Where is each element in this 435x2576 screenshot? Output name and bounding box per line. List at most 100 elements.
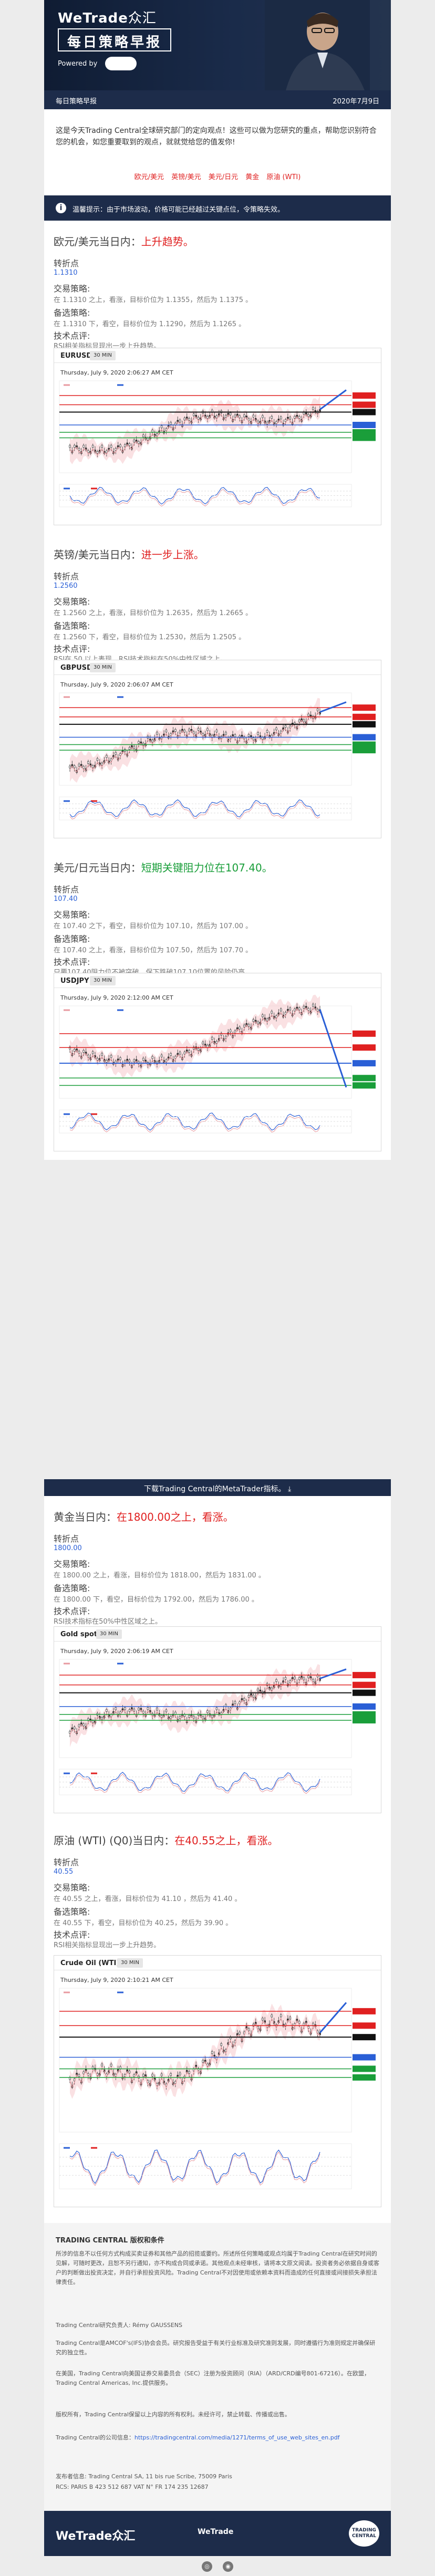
footer-paragraph-6: Trading Central的公司信息：https://tradingcent… <box>56 2434 340 2441</box>
date-bar-date: 2020年7月9日 <box>333 98 379 106</box>
chart-box: Gold spot 30 MIN Thursday, July 9, 2020 2:… <box>54 1626 381 1813</box>
chart-symbol: GBPUSD <box>60 664 92 672</box>
alt-label: 备选策略: <box>54 1907 90 1917</box>
tech-text: RSI技术指标在50%中性区域之上。 <box>54 1618 162 1626</box>
headline: 进一步上涨。 <box>141 548 204 561</box>
pivot-label: 转折点 <box>54 572 79 581</box>
trade-label: 交易策略: <box>54 910 90 920</box>
alt-label: 备选策略: <box>54 1583 90 1593</box>
headline: 短期关键阻力位在107.40。 <box>141 861 273 874</box>
chart-titlebar: EURUSD 30 MIN <box>54 348 381 363</box>
alt-text: 在 1.1310 下，看空，目标价位为 1.1290，然后为 1.1265 。 <box>54 320 246 328</box>
bottom-brand-logo: WeTrade众汇 <box>56 2530 136 2543</box>
pivot-label: 转折点 <box>54 258 79 268</box>
chart-date: Thursday, July 9, 2020 2:12:00 AM CET <box>60 994 173 1001</box>
section-4: 原油 (WTI) (Q0)当日内：在40.55之上，看涨。转折点 40.55 交易策… <box>44 1820 391 2223</box>
download-icon: ⤓ <box>287 1485 292 1493</box>
section-0: 欧元/美元当日内：上升趋势。 转折点 1.1310 交易策略: 在 1.1310 之上，… <box>44 221 391 534</box>
footer-paragraph-4: 在美国，Trading Central向美国证券交易委员会（SEC）注册为投资顾… <box>56 2370 370 2386</box>
date-bar-title: 每日策略早报 <box>56 98 97 106</box>
trade-text: 在 40.55 之上，看涨，目标价位为 41.10 ，然后为 41.40 。 <box>54 1895 242 1903</box>
pivot-value: 1.2560 <box>54 582 78 590</box>
notice-text: 温馨提示：由于市场波动，价格可能已经越过关键点位，令策略失效。 <box>72 206 285 214</box>
wechat-icon[interactable]: ◎ <box>202 2561 212 2572</box>
footer-paragraph-8: RCS: PARIS B 423 512 687 VAT N° FR 174 2… <box>56 2484 209 2490</box>
chart-timeframe-badge: 30 MIN <box>90 351 116 360</box>
notice-bar: i 温馨提示：由于市场波动，价格可能已经越过关键点位，令策略失效。 <box>44 195 391 221</box>
chart-titlebar: GBPUSD 30 MIN <box>54 660 381 675</box>
footer-paragraph-1: 所涉的信息不以任何方式构成买卖证券和其他产品的招揽或要约。所述所任何策略或观点均… <box>56 2250 379 2286</box>
price-chart <box>59 1659 376 1795</box>
tech-text: RSI相关指标显现出一步上升趋势。 <box>54 1941 161 1949</box>
header-banner: WeTrade众汇 每日策略早报 Powered by <box>44 0 391 90</box>
chart-timeframe-badge: 30 MIN <box>90 976 116 985</box>
pivot-value: 1.1310 <box>54 269 78 277</box>
quick-links: 欧元/美元 英镑/美元 美元/日元 黄金 原油 (WTI) <box>44 171 391 181</box>
price-chart <box>59 1988 376 2189</box>
terms-link[interactable]: https://tradingcentral.com/media/1271/te… <box>134 2434 340 2441</box>
trade-text: 在 1.1310 之上，看涨，目标价位为 1.1355，然后为 1.1375 。 <box>54 296 253 304</box>
section-heading: 原油 (WTI) (Q0)当日内：在40.55之上，看涨。 <box>54 1832 278 1847</box>
timeframe-label: 当日内： <box>75 1511 117 1523</box>
chart-titlebar: USDJPY 30 MIN <box>54 973 381 988</box>
quick-link-gbpusd[interactable]: 英镑/美元 <box>171 173 201 181</box>
footer-paragraph-2: Trading Central研究负责人: Rémy GAUSSENS <box>56 2322 182 2329</box>
chart-titlebar: Gold spot 30 MIN <box>54 1627 381 1642</box>
bottom-mid-logo: WeTrade <box>198 2528 234 2536</box>
download-bar[interactable]: 下载Trading Central的MetaTrader指标。 ⤓ <box>44 1479 391 1496</box>
intro-text: 这是今天Trading Central全球研究部门的定向观点！这些可以做为您研究… <box>56 127 377 147</box>
pair-name: 原油 (WTI) (Q0) <box>54 1834 133 1847</box>
tech-label: 技术点评: <box>54 1606 90 1616</box>
quick-link-eurusd[interactable]: 欧元/美元 <box>134 173 164 181</box>
pivot-value: 40.55 <box>54 1868 74 1876</box>
pivot-label: 转折点 <box>54 1534 79 1544</box>
weibo-icon[interactable]: ◉ <box>223 2561 233 2572</box>
pivot-label: 转折点 <box>54 1857 79 1867</box>
quick-link-wti[interactable]: 原油 (WTI) <box>266 173 301 181</box>
chart-date: Thursday, July 9, 2020 2:06:27 AM CET <box>60 369 173 376</box>
chart-date: Thursday, July 9, 2020 2:06:19 AM CET <box>60 1648 173 1655</box>
timeframe-label: 当日内： <box>132 1834 175 1847</box>
chart-date: Thursday, July 9, 2020 2:06:07 AM CET <box>60 681 173 688</box>
section-1: 英镑/美元当日内：进一步上涨。 转折点 1.2560 交易策略: 在 1.2560 之上… <box>44 534 391 847</box>
download-text[interactable]: 下载Trading Central的MetaTrader指标。 <box>144 1485 286 1493</box>
share-bar: ◎ ◉ <box>44 2556 391 2576</box>
trading-central-bottom-logo: TRADING CENTRAL <box>349 2520 379 2547</box>
trade-label: 交易策略: <box>54 1883 90 1893</box>
quick-link-usdjpy[interactable]: 美元/日元 <box>209 173 238 181</box>
alt-text: 在 1.2560 下，看空，目标价位为 1.2530，然后为 1.2505 。 <box>54 633 246 641</box>
bottom-bar: WeTrade众汇 WeTrade TRADING CENTRAL <box>44 2511 391 2556</box>
footer-paragraph-7: 发布者信息: Trading Central SA, 11 bis rue Sc… <box>56 2473 232 2480</box>
chart-timeframe-badge: 30 MIN <box>96 1629 122 1639</box>
alt-label: 备选策略: <box>54 934 90 944</box>
trade-text: 在 1800.00 之上，看涨，目标价位为 1818.00，然后为 1831.0… <box>54 1572 265 1580</box>
chart-box: GBPUSD 30 MIN Thursday, July 9, 2020 2:06:… <box>54 660 381 838</box>
section-2: 美元/日元当日内：短期关键阻力位在107.40。 转折点 107.40 交易策略: 在 … <box>44 847 391 1160</box>
section-3: 黄金当日内：在1800.00之上，看涨。 转折点 1800.00 交易策略: 在 180… <box>44 1496 391 1820</box>
pair-name: 黄金 <box>54 1511 75 1523</box>
trade-text: 在 107.40 之下，看空，目标价位为 107.10，然后为 107.00 。 <box>54 922 253 930</box>
section-heading: 英镑/美元当日内：进一步上涨。 <box>54 546 204 562</box>
tech-label: 技术点评: <box>54 957 90 967</box>
chart-symbol: Crude Oil (WTI) <box>60 1959 120 1967</box>
chart-box: USDJPY 30 MIN Thursday, July 9, 2020 2:12:… <box>54 973 381 1151</box>
timeframe-label: 当日内： <box>99 548 141 561</box>
date-bar: 每日策略早报 2020年7月9日 <box>44 90 391 109</box>
chart-box: EURUSD 30 MIN Thursday, July 9, 2020 2:06:… <box>54 348 381 525</box>
alt-label: 备选策略: <box>54 308 90 318</box>
header-title: 每日策略早报 <box>58 28 172 51</box>
headline: 在1800.00之上，看涨。 <box>117 1511 234 1523</box>
powered-by-label: Powered by <box>58 60 98 68</box>
alt-text: 在 1800.00 下，看空，目标价位为 1792.00，然后为 1786.00… <box>54 1596 258 1604</box>
tech-label: 技术点评: <box>54 644 90 654</box>
quick-link-gold[interactable]: 黄金 <box>245 173 259 181</box>
footer-disclaimer: TRADING CENTRAL 版权和条件 所涉的信息不以任何方式构成买卖证券和… <box>44 2223 391 2511</box>
trade-label: 交易策略: <box>54 597 90 607</box>
intro-block: 这是今天Trading Central全球研究部门的定向观点！这些可以做为您研究… <box>44 109 391 195</box>
email-page: WeTrade众汇 每日策略早报 Powered by 每日策略早报 2020年… <box>0 0 435 2576</box>
chart-symbol: USDJPY <box>60 977 89 985</box>
trading-central-logo <box>105 57 137 70</box>
timeframe-label: 当日内： <box>99 861 141 874</box>
chart-symbol: EURUSD <box>60 352 92 360</box>
headline: 上升趋势。 <box>141 235 194 248</box>
